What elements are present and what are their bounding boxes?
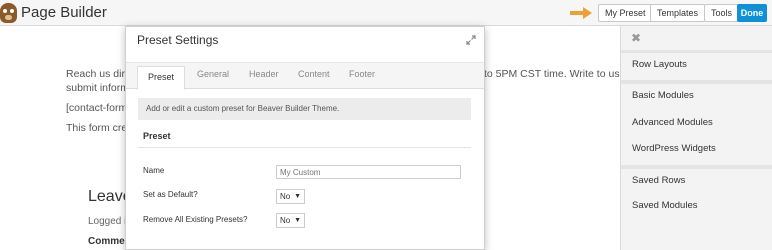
- set-default-label: Set as Default?: [143, 190, 198, 199]
- tab-header[interactable]: Header: [249, 69, 279, 79]
- set-default-select[interactable]: No ▼: [276, 189, 305, 204]
- page-paragraph-end: to 5PM CST time. Write to us v: [484, 68, 628, 80]
- section-title: Preset: [143, 131, 171, 141]
- chevron-down-icon: ▼: [294, 193, 301, 200]
- section-divider: [138, 147, 471, 148]
- done-button[interactable]: Done: [737, 4, 767, 22]
- chevron-down-icon: ▼: [294, 217, 301, 224]
- panel-item-saved-rows[interactable]: Saved Rows: [621, 169, 772, 193]
- logged-in-text: Logged i: [88, 216, 127, 227]
- shortcode-text: [contact-form-: [66, 102, 131, 114]
- tab-footer[interactable]: Footer: [349, 69, 375, 79]
- tab-content[interactable]: Content: [298, 69, 330, 79]
- tab-general[interactable]: General: [197, 69, 229, 79]
- name-label: Name: [143, 166, 165, 175]
- page-paragraph-start: Reach us dire: [66, 68, 131, 80]
- app-title: Page Builder: [21, 4, 107, 21]
- arrow-right-icon: [570, 7, 592, 19]
- settings-tabs: Preset General Header Content Footer: [126, 62, 484, 90]
- name-input[interactable]: [276, 165, 461, 179]
- preset-settings-dialog: Preset Settings Preset General Header Co…: [125, 26, 485, 250]
- page-paragraph-line2: submit inform: [66, 82, 130, 94]
- panel-item-wordpress-widgets[interactable]: WordPress Widgets: [621, 137, 772, 161]
- panel-item-row-layouts[interactable]: Row Layouts: [621, 53, 772, 77]
- my-preset-button[interactable]: My Preset: [598, 4, 653, 22]
- top-toolbar: Page Builder My Preset Templates Tools D…: [0, 0, 772, 26]
- tools-button[interactable]: Tools: [704, 4, 740, 22]
- panel-item-advanced-modules[interactable]: Advanced Modules: [621, 111, 772, 135]
- remove-presets-label: Remove All Existing Presets?: [143, 215, 248, 224]
- remove-presets-select[interactable]: No ▼: [276, 213, 305, 228]
- content-panel: ✖ Row Layouts Basic Modules Advanced Mod…: [620, 26, 772, 250]
- close-icon[interactable]: ✖: [631, 31, 641, 45]
- dialog-title: Preset Settings: [137, 33, 219, 47]
- remove-presets-value: No: [280, 216, 291, 225]
- panel-item-basic-modules[interactable]: Basic Modules: [621, 84, 772, 108]
- beaver-logo-icon: [0, 3, 17, 23]
- templates-button[interactable]: Templates: [650, 4, 706, 22]
- set-default-value: No: [280, 192, 291, 201]
- panel-item-saved-modules[interactable]: Saved Modules: [621, 194, 772, 218]
- info-description: Add or edit a custom preset for Beaver B…: [138, 98, 471, 120]
- tab-preset[interactable]: Preset: [137, 66, 185, 90]
- comment-label: Comme: [88, 236, 125, 247]
- expand-icon[interactable]: [466, 35, 476, 45]
- page-paragraph-line4: This form crea: [66, 122, 134, 134]
